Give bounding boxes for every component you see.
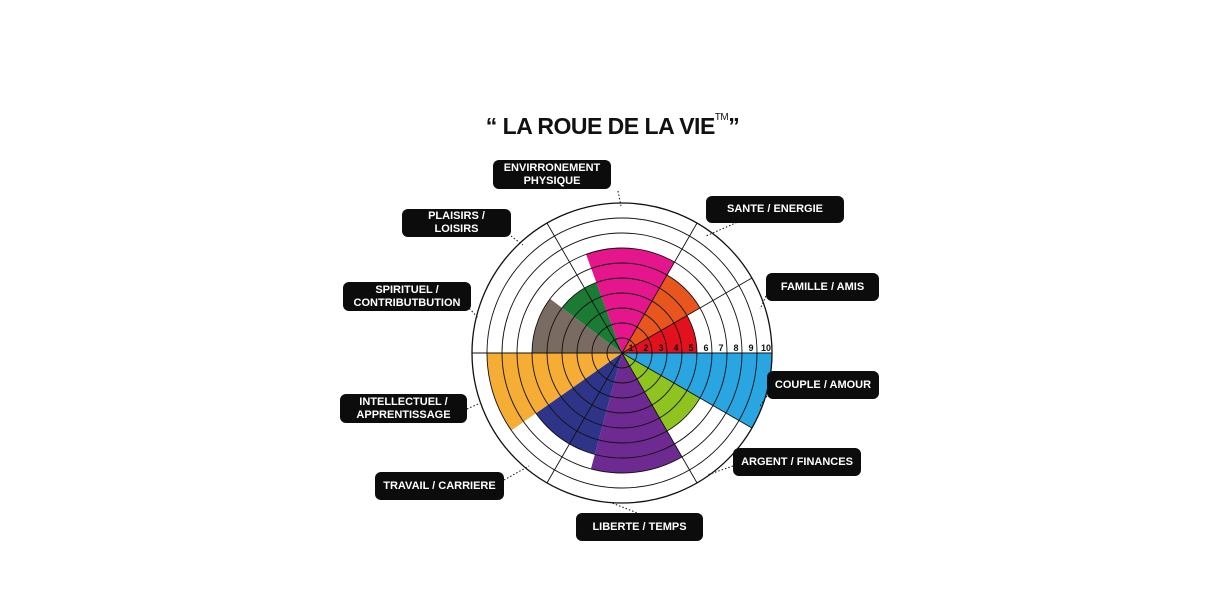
leader-line-1 [705, 220, 741, 237]
leader-line-7 [466, 403, 479, 410]
label-intellectuel-apprentissage: INTELLECTUEL / APPRENTISSAGE [340, 394, 467, 423]
scale-number-6: 6 [703, 343, 708, 353]
scale-number-3: 3 [658, 343, 663, 353]
label-liberte-temps: LIBERTE / TEMPS [576, 513, 703, 541]
scale-number-5: 5 [688, 343, 693, 353]
scale-number-7: 7 [718, 343, 723, 353]
scale-number-4: 4 [673, 343, 678, 353]
scale-number-9: 9 [748, 343, 753, 353]
label-environnement-physique: ENVIRRONEMENT PHYSIQUE [493, 160, 611, 189]
label-spirituel-contribution: SPIRITUEL / CONTRIBUTBUTION [343, 282, 471, 311]
leader-line-9 [510, 235, 524, 246]
label-travail-carriere: TRAVAIL / CARRIERE [375, 472, 504, 500]
label-couple-amour: COUPLE / AMOUR [767, 371, 879, 399]
label-sante-energie: SANTE / ENERGIE [706, 196, 844, 223]
leader-line-0 [617, 190, 622, 207]
label-plaisirs-loisirs: PLAISIRS / LOISIRS [402, 209, 511, 237]
scale-number-8: 8 [733, 343, 738, 353]
scale-number-2: 2 [643, 343, 648, 353]
scale-number-1: 1 [628, 343, 633, 353]
label-famille-amis: FAMILLE / AMIS [766, 273, 879, 301]
label-argent-finances: ARGENT / FINANCES [733, 448, 861, 476]
score-sectors [487, 248, 772, 473]
scale-number-10: 10 [761, 343, 771, 353]
